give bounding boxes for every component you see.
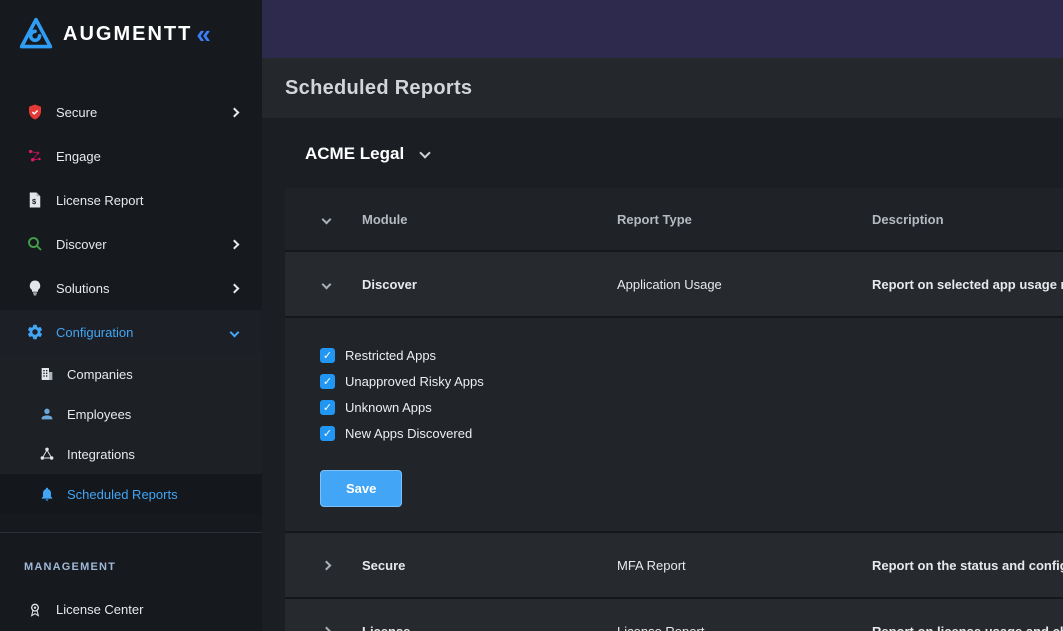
description-cell: Report on license usage and ch (872, 624, 1063, 631)
chevron-right-icon (230, 107, 240, 117)
module-cell: Secure (362, 558, 617, 573)
org-chart-icon (38, 445, 56, 463)
row-expand-toggle[interactable] (285, 562, 362, 569)
chevron-right-icon (230, 283, 240, 293)
gear-icon (25, 322, 45, 342)
sidebar: AUGMENTT « Secure (0, 0, 262, 631)
shield-icon (25, 102, 45, 122)
column-header-module: Module (362, 212, 617, 227)
sidebar-item-engage[interactable]: Engage (0, 134, 262, 178)
sidebar-item-label: Companies (67, 367, 133, 382)
checkbox-checked-icon[interactable] (320, 400, 335, 415)
lightbulb-icon (25, 278, 45, 298)
table-row-discover[interactable]: Discover Application Usage Report on sel… (285, 250, 1063, 316)
module-cell: Discover (362, 277, 617, 292)
sidebar-item-label: License Report (56, 193, 143, 208)
sidebar-item-integrations[interactable]: Integrations (0, 434, 262, 474)
logo-text: AUGMENTT (63, 23, 192, 46)
sidebar-item-solutions[interactable]: Solutions (0, 266, 262, 310)
chevron-down-icon (420, 147, 431, 158)
checkbox-label: New Apps Discovered (345, 426, 472, 441)
document-dollar-icon: $ (25, 190, 45, 210)
table-row-license[interactable]: License License Report Report on license… (285, 597, 1063, 631)
discover-expanded-panel: Restricted Apps Unapproved Risky Apps Un… (285, 316, 1063, 531)
sidebar-item-label: Engage (56, 149, 101, 164)
table-row-secure[interactable]: Secure MFA Report Report on the status a… (285, 531, 1063, 597)
sidebar-item-employees[interactable]: Employees (0, 394, 262, 434)
company-selector[interactable]: ACME Legal (305, 144, 1063, 164)
checkbox-label: Unknown Apps (345, 400, 432, 415)
description-cell: Report on selected app usage m (872, 277, 1063, 292)
table-header-row: Module Report Type Description (285, 188, 1063, 250)
sidebar-item-label: Configuration (56, 325, 133, 340)
report-type-cell: MFA Report (617, 558, 872, 573)
report-type-cell: Application Usage (617, 277, 872, 292)
checkbox-option: Unknown Apps (320, 394, 1063, 420)
company-selector-value: ACME Legal (305, 144, 404, 164)
row-expand-toggle[interactable] (285, 281, 362, 288)
sidebar-item-label: Solutions (56, 281, 109, 296)
chevron-down-icon (322, 214, 332, 224)
top-navigation-bar (262, 0, 1063, 58)
description-cell: Report on the status and config (872, 558, 1063, 573)
checkbox-checked-icon[interactable] (320, 426, 335, 441)
building-icon (38, 365, 56, 383)
configuration-submenu: Companies Employees (0, 354, 262, 514)
sidebar-item-license-report[interactable]: $ License Report (0, 178, 262, 222)
management-section-label: MANAGEMENT (0, 533, 262, 573)
app-root: AUGMENTT « Secure (0, 0, 1063, 631)
content-area: ACME Legal Module Report Type Descriptio… (262, 118, 1063, 631)
checkbox-label: Restricted Apps (345, 348, 436, 363)
sidebar-item-label: Discover (56, 237, 107, 252)
chevron-right-icon (230, 239, 240, 249)
person-icon (38, 405, 56, 423)
checkbox-label: Unapproved Risky Apps (345, 374, 484, 389)
sidebar-item-companies[interactable]: Companies (0, 354, 262, 394)
collapse-sidebar-icon[interactable]: « (196, 24, 210, 45)
page-title-bar: Scheduled Reports (262, 58, 1063, 118)
chevron-down-icon (230, 327, 240, 337)
magnifier-icon (25, 234, 45, 254)
checkbox-option: New Apps Discovered (320, 420, 1063, 446)
checkbox-checked-icon[interactable] (320, 374, 335, 389)
main-area: Scheduled Reports ACME Legal Module Repo… (262, 0, 1063, 631)
reports-table: Module Report Type Description Discover … (285, 188, 1063, 631)
sidebar-item-scheduled-reports[interactable]: Scheduled Reports (0, 474, 262, 514)
page-title: Scheduled Reports (285, 77, 472, 100)
sidebar-item-secure[interactable]: Secure (0, 90, 262, 134)
network-dots-icon (25, 146, 45, 166)
augmentt-logo-icon (18, 16, 54, 52)
module-cell: License (362, 624, 617, 631)
sidebar-item-configuration[interactable]: Configuration (0, 310, 262, 354)
save-button[interactable]: Save (320, 470, 402, 507)
report-type-cell: License Report (617, 624, 872, 631)
chevron-right-icon (322, 560, 332, 570)
logo-row: AUGMENTT « (0, 0, 262, 58)
bell-icon (38, 485, 56, 503)
column-header-description: Description (872, 212, 1063, 227)
sidebar-nav: Secure Engage (0, 90, 262, 631)
sidebar-item-license-center[interactable]: License Center (0, 587, 262, 631)
sidebar-item-label: Scheduled Reports (67, 487, 178, 502)
column-header-report-type: Report Type (617, 212, 872, 227)
row-expand-toggle[interactable] (285, 628, 362, 631)
sidebar-item-discover[interactable]: Discover (0, 222, 262, 266)
checkbox-option: Unapproved Risky Apps (320, 368, 1063, 394)
checkbox-checked-icon[interactable] (320, 348, 335, 363)
expand-all-toggle[interactable] (285, 216, 362, 223)
checkbox-option: Restricted Apps (320, 342, 1063, 368)
sidebar-item-label: License Center (56, 602, 143, 617)
sidebar-item-label: Employees (67, 407, 131, 422)
license-gear-icon (25, 599, 45, 619)
sidebar-item-label: Secure (56, 105, 97, 120)
chevron-right-icon (322, 626, 332, 631)
chevron-down-icon (322, 279, 332, 289)
sidebar-item-label: Integrations (67, 447, 135, 462)
